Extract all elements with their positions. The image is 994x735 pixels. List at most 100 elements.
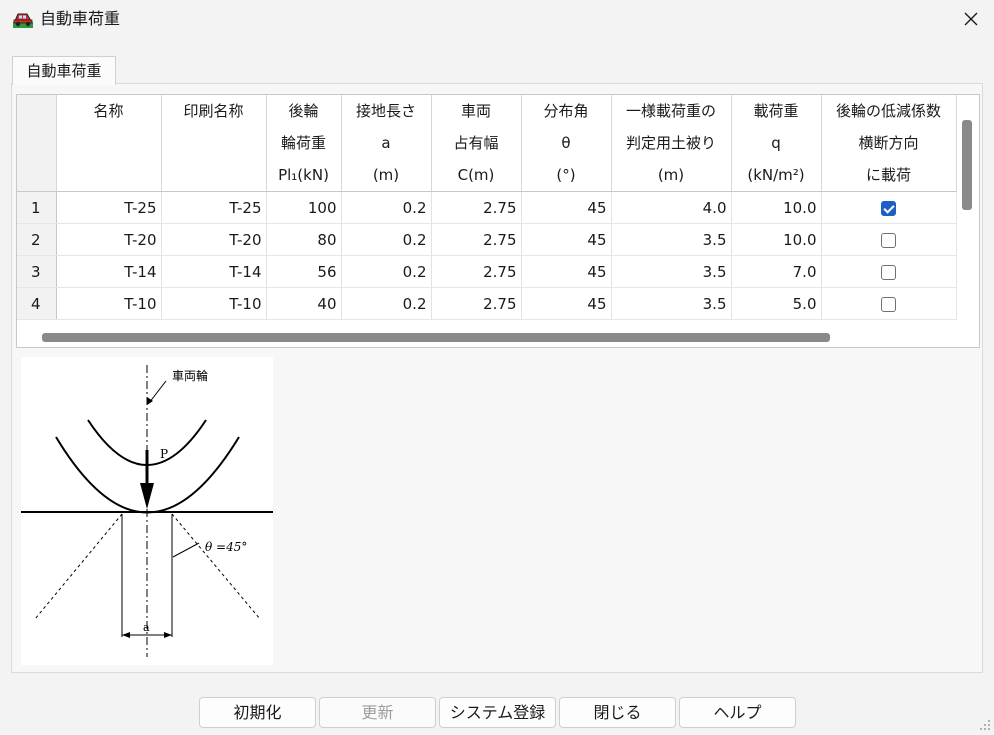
cell-wheel-load[interactable]: 100	[266, 191, 342, 224]
header-line: (kN/m²)	[747, 166, 805, 184]
header-line: C(m)	[457, 166, 495, 184]
row-number[interactable]: 2	[17, 223, 57, 256]
cell-load[interactable]: 5.0	[731, 287, 822, 320]
cell-name[interactable]: T-20	[56, 223, 162, 256]
cell-name[interactable]: T-14	[56, 255, 162, 288]
close-icon	[964, 12, 978, 26]
header-line: Pl₁(kN)	[278, 166, 329, 184]
col-header-load[interactable]: 載荷重 q (kN/m²)	[731, 95, 822, 192]
cell-contact-length[interactable]: 0.2	[341, 223, 432, 256]
cell-transverse	[821, 287, 957, 320]
cell-angle[interactable]: 45	[521, 191, 612, 224]
init-button[interactable]: 初期化	[199, 697, 316, 728]
close-button[interactable]	[948, 0, 994, 38]
table-row[interactable]: 2 T-20 T-20 80 0.2 2.75 45 3.5 10.0	[17, 223, 957, 256]
header-line: 印刷名称	[183, 102, 244, 120]
table-row[interactable]: 1 T-25 T-25 100 0.2 2.75 45 4.0 10.0	[17, 191, 957, 224]
cell-angle[interactable]: 45	[521, 287, 612, 320]
corner-header	[17, 95, 57, 192]
header-row: 名称 印刷名称 後輪 輪荷重 Pl₁(kN) 接地長さ a (m) 車両 占有幅 C(m) …	[17, 95, 957, 192]
cell-transverse	[821, 191, 957, 224]
header-line: 判定用土被り	[625, 134, 716, 152]
cell-angle[interactable]: 45	[521, 255, 612, 288]
cell-print-name[interactable]: T-10	[161, 287, 267, 320]
car-icon	[13, 13, 33, 28]
col-header-print-name[interactable]: 印刷名称	[161, 95, 267, 192]
load-grid[interactable]: 名称 印刷名称 後輪 輪荷重 Pl₁(kN) 接地長さ a (m) 車両 占有幅 C(m) …	[16, 94, 980, 348]
row-number[interactable]: 3	[17, 255, 57, 288]
cell-cover[interactable]: 3.5	[611, 287, 732, 320]
header-line: 後輪の低減係数	[835, 102, 941, 120]
tab-automobile-load[interactable]: 自動車荷重	[12, 56, 116, 85]
cell-cover[interactable]: 3.5	[611, 255, 732, 288]
window-title: 自動車荷重	[40, 9, 121, 28]
table-row[interactable]: 4 T-10 T-10 40 0.2 2.75 45 3.5 5.0	[17, 287, 957, 320]
table-row[interactable]: 3 T-14 T-14 56 0.2 2.75 45 3.5 7.0	[17, 255, 957, 288]
cell-occupancy-width[interactable]: 2.75	[431, 287, 522, 320]
title-bar: 自動車荷重	[0, 0, 994, 38]
header-line: 一様載荷重の	[625, 102, 716, 120]
cell-name[interactable]: T-25	[56, 191, 162, 224]
header-line: 名称	[93, 102, 124, 120]
cell-wheel-load[interactable]: 40	[266, 287, 342, 320]
cell-load[interactable]: 7.0	[731, 255, 822, 288]
load-label: P	[160, 447, 168, 461]
transverse-checkbox[interactable]	[881, 200, 896, 216]
cell-transverse	[821, 223, 957, 256]
cell-cover[interactable]: 4.0	[611, 191, 732, 224]
header-line: 横断方向	[858, 134, 919, 152]
header-line: q	[771, 134, 781, 152]
header-line: 占有幅	[453, 134, 499, 152]
cell-print-name[interactable]: T-25	[161, 191, 267, 224]
transverse-checkbox[interactable]	[881, 232, 896, 248]
width-label: a	[143, 621, 150, 634]
cell-print-name[interactable]: T-20	[161, 223, 267, 256]
cell-name[interactable]: T-10	[56, 287, 162, 320]
wheel-label: 車両輪	[172, 368, 208, 383]
update-button[interactable]: 更新	[319, 697, 436, 728]
cell-cover[interactable]: 3.5	[611, 223, 732, 256]
close-dialog-button[interactable]: 閉じる	[559, 697, 676, 728]
row-number[interactable]: 1	[17, 191, 57, 224]
cell-occupancy-width[interactable]: 2.75	[431, 191, 522, 224]
header-line: θ	[561, 134, 571, 152]
cell-transverse	[821, 255, 957, 288]
header-line: 車両	[460, 102, 491, 120]
cell-wheel-load[interactable]: 56	[266, 255, 342, 288]
transverse-checkbox[interactable]	[881, 264, 896, 280]
col-header-angle[interactable]: 分布角 θ (°)	[521, 95, 612, 192]
cell-contact-length[interactable]: 0.2	[341, 191, 432, 224]
horizontal-scrollbar[interactable]	[42, 333, 830, 342]
header-line: a	[381, 134, 391, 152]
col-header-occupancy-width[interactable]: 車両占有幅 C(m)	[431, 95, 522, 192]
load-distribution-drawing: 車両輪 P θ =45° a	[21, 365, 273, 657]
cell-load[interactable]: 10.0	[731, 191, 822, 224]
header-line: 接地長さ	[355, 102, 416, 120]
resize-grip-icon[interactable]	[978, 718, 992, 732]
col-header-cover[interactable]: 一様載荷重の 判定用土被り (m)	[611, 95, 732, 192]
help-button[interactable]: ヘルプ	[679, 697, 796, 728]
vertical-scrollbar[interactable]	[962, 120, 972, 210]
header-line: に載荷	[865, 166, 911, 184]
col-header-contact-length[interactable]: 接地長さ a (m)	[341, 95, 432, 192]
col-header-transverse[interactable]: 後輪の低減係数 横断方向に載荷	[821, 95, 957, 192]
header-line: (°)	[556, 166, 576, 184]
header-line: 載荷重	[753, 102, 799, 120]
transverse-checkbox[interactable]	[881, 296, 896, 312]
header-line: 輪荷重	[280, 134, 326, 152]
cell-occupancy-width[interactable]: 2.75	[431, 223, 522, 256]
cell-wheel-load[interactable]: 80	[266, 223, 342, 256]
cell-load[interactable]: 10.0	[731, 223, 822, 256]
row-number[interactable]: 4	[17, 287, 57, 320]
cell-angle[interactable]: 45	[521, 223, 612, 256]
load-table: 名称 印刷名称 後輪 輪荷重 Pl₁(kN) 接地長さ a (m) 車両 占有幅 C(m) …	[17, 95, 957, 320]
cell-print-name[interactable]: T-14	[161, 255, 267, 288]
cell-occupancy-width[interactable]: 2.75	[431, 255, 522, 288]
col-header-wheel-load[interactable]: 後輪 輪荷重 Pl₁(kN)	[266, 95, 342, 192]
load-distribution-diagram: 車両輪 P θ =45° a	[21, 357, 273, 665]
system-register-button[interactable]: システム登録	[439, 697, 556, 728]
cell-contact-length[interactable]: 0.2	[341, 287, 432, 320]
cell-contact-length[interactable]: 0.2	[341, 255, 432, 288]
col-header-name[interactable]: 名称	[56, 95, 162, 192]
header-line: 分布角	[543, 102, 589, 120]
